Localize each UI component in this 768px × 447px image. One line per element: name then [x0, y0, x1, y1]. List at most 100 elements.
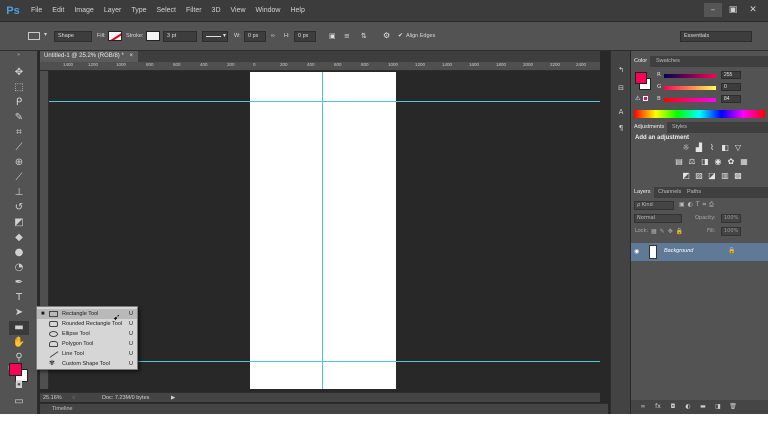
g-slider[interactable] — [664, 86, 716, 90]
flyout-item-polygon[interactable]: Polygon Tool U — [37, 339, 137, 349]
foreground-color-swatch[interactable] — [9, 363, 22, 376]
new-adjustment-layer-icon[interactable]: ◐ — [684, 403, 692, 411]
fill-swatch[interactable] — [108, 31, 122, 41]
guide-vertical-center[interactable] — [322, 72, 323, 389]
threshold-icon[interactable]: ◪ — [707, 172, 717, 180]
eyedropper-tool-icon[interactable]: ⟋ — [9, 141, 29, 155]
menu-view[interactable]: View — [226, 7, 251, 14]
link-layers-icon[interactable]: ∞ — [639, 403, 647, 411]
quick-mask-icon[interactable]: ◘ — [9, 379, 29, 393]
menu-filter[interactable]: Filter — [181, 7, 207, 14]
flyout-item-rounded-rectangle[interactable]: Rounded Rectangle Tool U — [37, 319, 137, 329]
restore-button[interactable]: ▣ — [724, 3, 742, 17]
vibrance-icon[interactable]: ▽ — [733, 144, 743, 152]
lock-icons[interactable]: ▦✎✥🔒 — [651, 228, 686, 235]
menu-window[interactable]: Window — [251, 7, 286, 14]
layer-filter-icons[interactable]: ▣◐T⌗⎙ — [679, 201, 717, 209]
properties-panel-icon[interactable]: ⊟ — [615, 83, 627, 93]
color-balance-icon[interactable]: ⚖ — [687, 158, 697, 166]
photo-filter-icon[interactable]: ◉ — [713, 158, 723, 166]
document-tab[interactable]: Untitled-1 @ 25.2% (RGB/8) * × — [40, 51, 138, 62]
visibility-eye-icon[interactable]: ◉ — [634, 248, 639, 255]
healing-brush-tool-icon[interactable]: ⊕ — [9, 156, 29, 170]
character-panel-icon[interactable]: A — [615, 107, 627, 117]
brightness-contrast-icon[interactable]: ☼ — [681, 144, 691, 152]
mode-select[interactable]: Shape — [54, 31, 92, 42]
quick-select-tool-icon[interactable]: ✎ — [9, 111, 29, 125]
exposure-icon[interactable]: ◧ — [720, 144, 730, 152]
menu-file[interactable]: File — [26, 7, 47, 14]
blur-tool-icon[interactable]: ● — [9, 246, 29, 260]
status-menu-arrow-icon[interactable]: ▶ — [171, 393, 175, 403]
close-tab-icon[interactable]: × — [129, 53, 133, 59]
paragraph-panel-icon[interactable]: ¶ — [615, 123, 627, 133]
path-alignment-icon[interactable]: ≡ — [344, 32, 350, 40]
zoom-level[interactable]: 25.16% — [43, 393, 62, 403]
workspace-select[interactable]: Essentials — [680, 31, 752, 42]
lasso-tool-icon[interactable]: ᑭ — [9, 96, 29, 110]
guide-horizontal-top[interactable] — [49, 101, 600, 102]
type-tool-icon[interactable]: T — [9, 291, 29, 305]
panel-collapse-icon[interactable]: » — [17, 52, 20, 58]
document-canvas[interactable] — [250, 72, 396, 389]
path-arrangement-icon[interactable]: ⇅ — [361, 32, 367, 40]
fill-field[interactable]: 100% — [721, 227, 741, 236]
paint-bucket-tool-icon[interactable]: ◆ — [9, 231, 29, 245]
tab-color[interactable]: Color — [631, 56, 651, 67]
minimize-button[interactable]: – — [704, 3, 722, 17]
delete-layer-icon[interactable]: 🗑 — [729, 403, 737, 411]
path-selection-tool-icon[interactable]: ➤ — [9, 306, 29, 320]
flyout-item-ellipse[interactable]: Ellipse Tool U — [37, 329, 137, 339]
black-white-icon[interactable]: ◨ — [700, 158, 710, 166]
layer-filter-select[interactable]: ρ Kind — [634, 201, 674, 210]
menu-3d[interactable]: 3D — [207, 7, 226, 14]
tab-styles[interactable]: Styles — [669, 122, 690, 133]
flyout-item-line[interactable]: Line Tool U — [37, 349, 137, 359]
menu-image[interactable]: Image — [69, 7, 98, 14]
path-operations-icon[interactable]: ▣ — [329, 32, 336, 40]
stroke-width-field[interactable]: 3 pt — [163, 31, 197, 42]
history-brush-tool-icon[interactable]: ↺ — [9, 201, 29, 215]
settings-gear-icon[interactable]: ⚙ — [383, 31, 390, 40]
height-field[interactable]: 0 px — [294, 31, 316, 42]
menu-edit[interactable]: Edit — [47, 7, 69, 14]
menu-select[interactable]: Select — [152, 7, 181, 14]
color-foreground-swatch[interactable] — [635, 72, 647, 84]
out-of-gamut-icon[interactable]: ⚠ — [635, 95, 640, 102]
width-field[interactable]: 0 px — [244, 31, 266, 42]
marquee-tool-icon[interactable]: ⬚ — [9, 81, 29, 95]
g-value[interactable]: 0 — [721, 83, 741, 91]
tab-adjustments[interactable]: Adjustments — [631, 122, 668, 133]
r-slider[interactable] — [664, 74, 716, 78]
dodge-tool-icon[interactable]: ◔ — [9, 261, 29, 275]
hand-tool-icon[interactable]: ✋ — [9, 336, 29, 350]
tab-swatches[interactable]: Swatches — [653, 56, 683, 67]
stroke-swatch[interactable] — [146, 31, 160, 41]
layer-name[interactable]: Background — [664, 248, 693, 254]
b-slider[interactable] — [664, 98, 716, 102]
history-panel-icon[interactable]: ↰ — [615, 65, 627, 75]
tab-paths[interactable]: Paths — [684, 187, 704, 198]
opacity-field[interactable]: 100% — [721, 214, 741, 223]
move-tool-icon[interactable]: ✥ — [9, 66, 29, 80]
flyout-item-custom-shape[interactable]: ✾ Custom Shape Tool U — [37, 359, 137, 369]
hue-saturation-icon[interactable]: ▤ — [674, 158, 684, 166]
levels-icon[interactable]: ▟ — [694, 144, 704, 152]
shape-tool-preset-icon[interactable] — [28, 32, 40, 40]
invert-icon[interactable]: ◩ — [681, 172, 691, 180]
screen-mode-icon[interactable]: ▭ — [9, 395, 29, 409]
horizontal-ruler[interactable]: 1400 1200 1000 800 600 400 200 0 200 400… — [40, 62, 600, 71]
color-spectrum-ramp[interactable] — [634, 110, 765, 118]
selective-color-icon[interactable]: ▩ — [733, 172, 743, 180]
stroke-type-select[interactable]: ▾ — [202, 31, 228, 42]
blend-mode-select[interactable]: Normal — [634, 214, 682, 223]
b-value[interactable]: 84 — [721, 95, 741, 103]
rectangle-tool-icon[interactable]: ▬ — [9, 321, 29, 335]
tab-channels[interactable]: Channels — [655, 187, 684, 198]
eraser-tool-icon[interactable]: ◩ — [9, 216, 29, 230]
menu-type[interactable]: Type — [126, 7, 151, 14]
preset-dropdown-icon[interactable]: ▾ — [44, 31, 47, 38]
posterize-icon[interactable]: ▨ — [694, 172, 704, 180]
timeline-panel[interactable]: Timeline — [40, 403, 608, 414]
curves-icon[interactable]: ⌇ — [707, 144, 717, 152]
